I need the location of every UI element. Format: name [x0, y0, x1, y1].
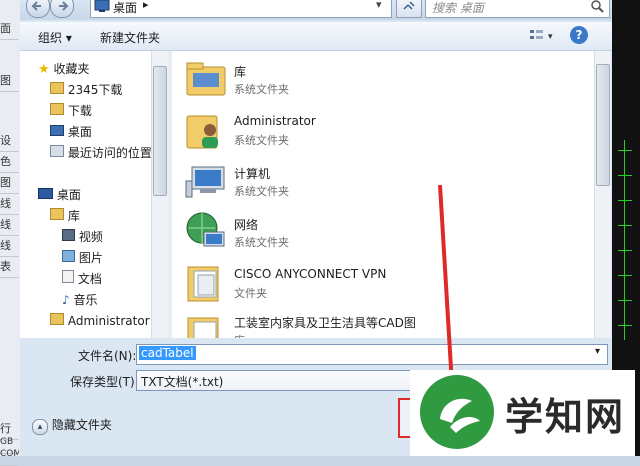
watermark-text: 学知网 [505, 395, 626, 439]
watermark-logo-icon [420, 375, 494, 449]
